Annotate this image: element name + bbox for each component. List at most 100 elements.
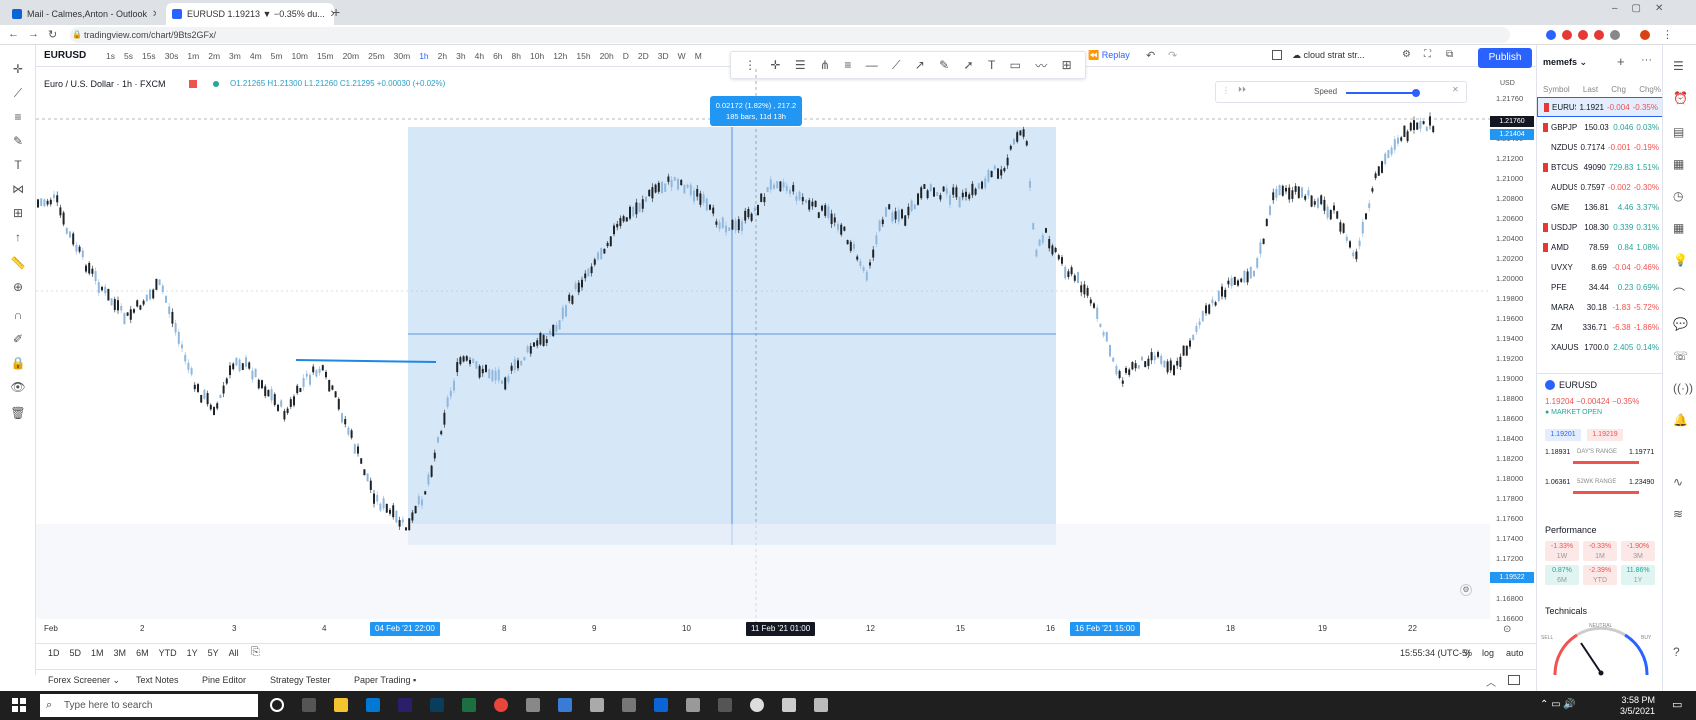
menu-icon[interactable]: ⋮ <box>1662 28 1673 41</box>
interval-10h[interactable]: 10h <box>530 51 544 61</box>
watchlist-row-xauus[interactable]: XAUUS 1700.0 2.405 0.14% <box>1537 337 1663 357</box>
range-3M[interactable]: 3M <box>114 648 127 658</box>
extensions-icon[interactable] <box>1610 30 1620 40</box>
layout-icon[interactable] <box>1272 50 1282 60</box>
data-window-icon[interactable]: ▤ <box>1673 125 1684 139</box>
interval-3D[interactable]: 3D <box>658 51 669 61</box>
arrow-up-icon[interactable]: ↑ <box>10 229 26 245</box>
app-icon[interactable] <box>558 698 572 712</box>
settings-icon[interactable]: ⚙ <box>1460 584 1472 596</box>
pencil-lock-icon[interactable]: ✐ <box>10 331 26 347</box>
extension-icon[interactable] <box>1578 30 1588 40</box>
calendar-icon[interactable]: ⎘ <box>251 646 260 659</box>
more-icon[interactable]: ··· <box>1641 54 1652 66</box>
app-icon[interactable] <box>814 698 828 712</box>
cortana-icon[interactable] <box>270 698 284 712</box>
notifications-icon[interactable]: ☏ <box>1673 349 1688 363</box>
range-5D[interactable]: 5D <box>70 648 82 658</box>
interval-20m[interactable]: 20m <box>343 51 360 61</box>
range-All[interactable]: All <box>229 648 239 658</box>
interval-4m[interactable]: 4m <box>250 51 262 61</box>
watchlist-row-btcus[interactable]: BTCUS 49090 729.83 1.51% <box>1537 157 1663 177</box>
ideas-icon[interactable]: 💡 <box>1673 253 1688 267</box>
camera-icon[interactable]: ⧉ <box>1446 49 1453 60</box>
price-chart[interactable] <box>36 69 1490 622</box>
tab-pine-editor[interactable]: Pine Editor <box>202 675 246 685</box>
flag-icon[interactable] <box>1543 162 1548 172</box>
publish-button[interactable]: Publish <box>1478 48 1532 68</box>
extension-icon[interactable] <box>1546 30 1556 40</box>
notification-center-icon[interactable]: ▭ <box>1672 698 1682 711</box>
interval-2h[interactable]: 2h <box>438 51 447 61</box>
zoom-icon[interactable]: ⊕ <box>10 279 26 295</box>
flag-icon[interactable] <box>1543 122 1548 132</box>
flag-icon[interactable] <box>1544 102 1549 112</box>
taskbar-search-input[interactable]: Type here to search <box>40 694 258 717</box>
back-icon[interactable]: ← <box>8 28 19 40</box>
profile-avatar[interactable] <box>1640 30 1650 40</box>
task-view-icon[interactable] <box>302 698 316 712</box>
speed-slider-handle[interactable] <box>1412 89 1420 97</box>
forward-icon[interactable]: → <box>28 28 39 40</box>
interval-15h[interactable]: 15h <box>576 51 590 61</box>
watchlist-row-uvxy[interactable]: UVXY 8.69 -0.04 -0.46% <box>1537 257 1663 277</box>
extension-icon[interactable] <box>1562 30 1572 40</box>
percent-toggle[interactable]: % <box>1464 648 1472 658</box>
interval-3m[interactable]: 3m <box>229 51 241 61</box>
close-icon[interactable]: ✕ <box>152 9 156 20</box>
alert-icon[interactable]: ⏰ <box>1673 91 1688 105</box>
chevron-up-icon[interactable]: ︿ <box>1486 674 1496 689</box>
symbol-search[interactable]: EURUSD <box>44 50 86 61</box>
reload-icon[interactable]: ↻ <box>48 28 57 41</box>
app-icon[interactable] <box>686 698 700 712</box>
auto-toggle[interactable]: auto <box>1506 648 1524 658</box>
settings-icon[interactable]: ⚙ <box>1402 49 1411 60</box>
tray-icons[interactable]: ⌃ ▭ 🔊 <box>1540 699 1576 710</box>
column-last[interactable]: Last <box>1583 85 1598 94</box>
fullscreen-icon[interactable]: ⛶ <box>1424 49 1431 60</box>
bid-price[interactable]: 1.19201 <box>1545 429 1581 441</box>
watchlist-icon[interactable]: ☰ <box>1673 59 1684 73</box>
premiere-icon[interactable] <box>398 698 412 712</box>
interval-2m[interactable]: 2m <box>208 51 220 61</box>
range-YTD[interactable]: YTD <box>159 648 177 658</box>
watchlist-row-usdjp[interactable]: USDJP 108.30 0.339 0.31% <box>1537 217 1663 237</box>
app-icon[interactable] <box>782 698 796 712</box>
watchlist-row-amd[interactable]: AMD 78.59 0.84 1.08% <box>1537 237 1663 257</box>
crosshair-icon[interactable]: ✛ <box>10 61 26 77</box>
interval-5m[interactable]: 5m <box>271 51 283 61</box>
help-icon[interactable]: ? <box>1673 645 1680 659</box>
ruler-icon[interactable]: 📏 <box>10 255 26 271</box>
window-controls[interactable]: –▢✕ <box>1612 3 1677 14</box>
maximize-panel-icon[interactable] <box>1508 675 1520 685</box>
interval-3h[interactable]: 3h <box>456 51 465 61</box>
calendar-icon[interactable]: ▦ <box>1673 221 1684 235</box>
watchlist-row-zm[interactable]: ZM 336.71 -6.38 -1.86% <box>1537 317 1663 337</box>
undo-icon[interactable]: ↶ <box>1146 49 1155 62</box>
interval-15s[interactable]: 15s <box>142 51 156 61</box>
interval-8h[interactable]: 8h <box>512 51 521 61</box>
pattern-icon[interactable]: ⋈ <box>10 181 26 197</box>
app-icon[interactable] <box>718 698 732 712</box>
settings-icon[interactable] <box>526 698 540 712</box>
interval-4h[interactable]: 4h <box>475 51 484 61</box>
interval-12h[interactable]: 12h <box>553 51 567 61</box>
speed-slider[interactable] <box>1346 92 1418 94</box>
prediction-icon[interactable]: ⊞ <box>10 205 26 221</box>
excel-icon[interactable] <box>462 698 476 712</box>
interval-30m[interactable]: 30m <box>394 51 411 61</box>
trend-line-icon[interactable]: ⟋ <box>10 85 26 101</box>
extension-icon[interactable] <box>1594 30 1604 40</box>
interval-6h[interactable]: 6h <box>493 51 502 61</box>
interval-25m[interactable]: 25m <box>368 51 385 61</box>
watchlist-row-eurus[interactable]: EURUS1.1921-0.004-0.35% <box>1537 97 1663 117</box>
broadcast-icon[interactable]: ((·)) <box>1673 381 1693 395</box>
text-icon[interactable]: T <box>10 157 26 173</box>
redo-icon[interactable]: ↷ <box>1168 49 1177 62</box>
interval-1m[interactable]: 1m <box>187 51 199 61</box>
browser-tab-outlook[interactable]: Mail - Calmes,Anton - Outlook ✕ <box>6 3 156 25</box>
watchlist-row-nzdus[interactable]: NZDUS 0.7174 -0.001 -0.19% <box>1537 137 1663 157</box>
layers-icon[interactable]: ≋ <box>1673 507 1683 521</box>
interval-15m[interactable]: 15m <box>317 51 334 61</box>
app-icon[interactable] <box>590 698 604 712</box>
